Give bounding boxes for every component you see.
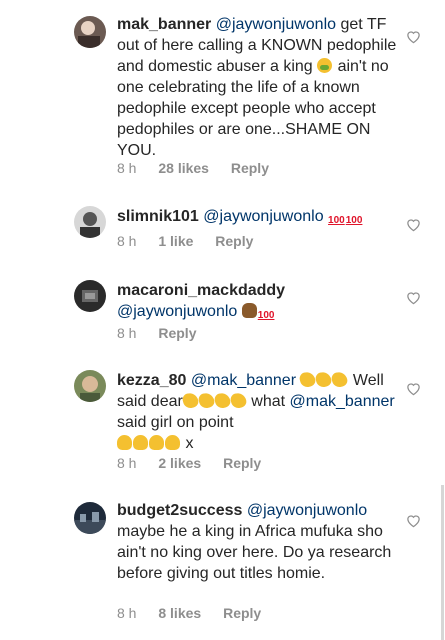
username[interactable]: budget2success [117, 502, 242, 519]
likes-count[interactable]: 2 likes [158, 455, 201, 471]
reply-button[interactable]: Reply [158, 325, 196, 341]
comment-body: budget2success @jaywonjuwonlo maybe he a… [117, 500, 397, 584]
ok-hand-emoji [149, 435, 164, 450]
comment-meta: 8 h 8 likes Reply [117, 605, 279, 621]
clapping-hands-emoji [213, 391, 232, 410]
comment-text: maybe he a king in Africa mufuka sho ain… [117, 523, 392, 582]
username[interactable]: kezza_80 [117, 372, 186, 389]
heart-outline-icon[interactable] [406, 291, 421, 305]
timestamp: 8 h [117, 455, 137, 471]
username[interactable]: macaroni_mackdaddy [117, 282, 285, 299]
reply-button[interactable]: Reply [223, 455, 261, 471]
scrollbar[interactable] [441, 485, 444, 640]
comment-text-cont: what [246, 393, 286, 410]
comment-body: mak_banner @jaywonjuwonlo get TF out of … [117, 14, 397, 161]
clapping-hands-emoji [181, 391, 200, 410]
username[interactable]: slimnik101 [117, 208, 199, 225]
avatar[interactable] [74, 280, 106, 312]
avatar[interactable] [74, 16, 106, 48]
ok-hand-emoji [117, 435, 132, 450]
avatar[interactable] [74, 502, 106, 534]
timestamp: 8 h [117, 233, 137, 249]
ok-hand-emoji [165, 435, 180, 450]
ok-hand-emoji [133, 435, 148, 450]
comment-meta: 8 h 2 likes Reply [117, 455, 279, 471]
reply-button[interactable]: Reply [223, 605, 261, 621]
clapping-hands-emoji [314, 370, 334, 389]
mention-link[interactable]: @jaywonjuwonlo [216, 16, 336, 33]
clapping-hands-emoji [298, 370, 318, 389]
comment-meta: 8 h Reply [117, 325, 214, 341]
username[interactable]: mak_banner [117, 16, 211, 33]
reply-button[interactable]: Reply [231, 160, 269, 176]
clapping-hands-emoji [197, 391, 216, 410]
timestamp: 8 h [117, 325, 137, 341]
heart-outline-icon[interactable] [406, 382, 421, 396]
sign-of-horns-emoji [241, 303, 257, 318]
hundred-points-emoji: 100 [257, 310, 275, 321]
hundred-points-emoji: 100 [345, 215, 363, 226]
comment-body: slimnik101 @jaywonjuwonlo 100100 [117, 206, 397, 227]
mention-link[interactable]: @jaywonjuwonlo [117, 303, 237, 320]
avatar[interactable] [74, 206, 106, 238]
mention-link[interactable]: @mak_banner [290, 393, 395, 410]
mention-link[interactable]: @jaywonjuwonlo [247, 502, 367, 519]
comment-body: kezza_80 @mak_banner Well said dear what… [117, 370, 397, 454]
reply-button[interactable]: Reply [215, 233, 253, 249]
likes-count[interactable]: 8 likes [158, 605, 201, 621]
comment-text-cont: x [181, 435, 194, 452]
heart-outline-icon[interactable] [406, 514, 421, 528]
hundred-points-emoji: 100 [328, 215, 345, 226]
comment-text-cont: said girl on point [117, 414, 234, 431]
likes-count[interactable]: 28 likes [158, 160, 209, 176]
heart-outline-icon[interactable] [406, 218, 421, 232]
mention-link[interactable]: @mak_banner [191, 372, 296, 389]
timestamp: 8 h [117, 160, 137, 176]
likes-count[interactable]: 1 like [158, 233, 193, 249]
mention-link[interactable]: @jaywonjuwonlo [203, 208, 323, 225]
clapping-hands-emoji [229, 391, 248, 410]
comment-meta: 8 h 1 like Reply [117, 233, 271, 249]
timestamp: 8 h [117, 605, 137, 621]
comment-body: macaroni_mackdaddy @jaywonjuwonlo 100 [117, 280, 397, 322]
comment-meta: 8 h 28 likes Reply [117, 160, 287, 176]
avatar[interactable] [74, 370, 106, 402]
heart-outline-icon[interactable] [406, 30, 421, 44]
nauseated-face-emoji [317, 58, 333, 73]
clapping-hands-emoji [330, 370, 350, 389]
